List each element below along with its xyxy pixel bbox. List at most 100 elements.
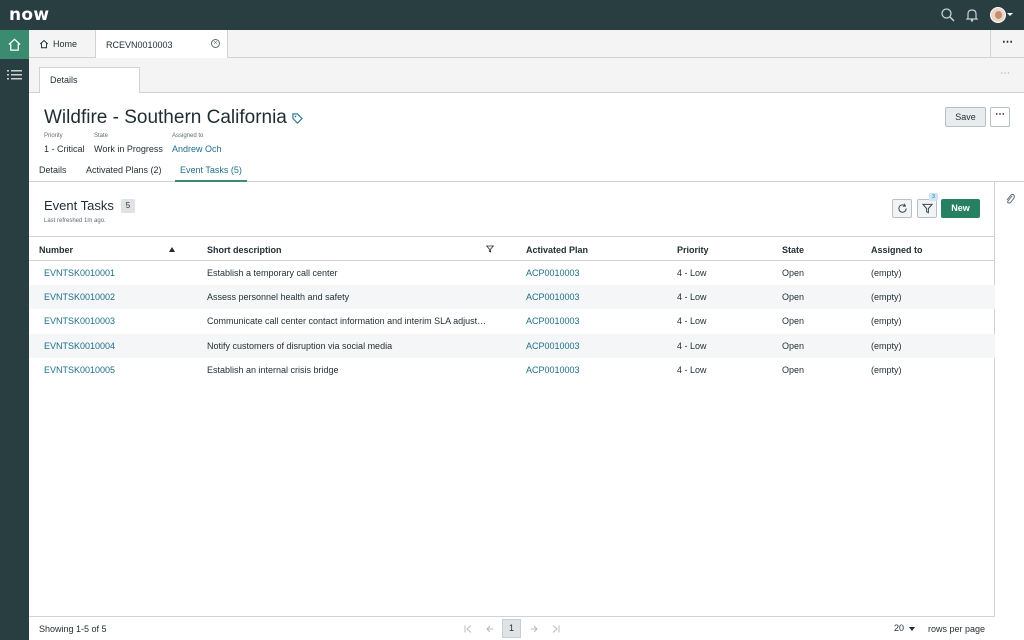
table-row[interactable]: EVNTSK0010001 Establish a temporary call… [29,261,995,285]
sort-ascending-icon[interactable] [169,247,175,252]
section-tab-details[interactable]: Details [39,67,140,93]
column-filter-icon[interactable] [486,245,494,253]
tab-bar: Home RCEVN0010003 × ⋯ [29,30,1024,59]
short-description-cell: Notify customers of disruption via socia… [207,341,393,351]
column-short-description[interactable]: Short description [207,245,282,255]
assigned-to-cell: (empty) [871,268,902,278]
activated-plan-link[interactable]: ACP0010003 [526,292,580,302]
save-button[interactable]: Save [945,107,986,127]
chevron-down-icon[interactable] [909,627,915,631]
state-label: State [94,133,109,139]
task-number-link[interactable]: EVNTSK0010004 [44,341,115,351]
assigned-to-link[interactable]: Andrew Och [172,144,222,154]
short-description-cell: Establish an internal crisis bridge [207,365,339,375]
right-sidebar [995,182,1024,640]
filter-button[interactable] [917,199,937,218]
assigned-to-cell: (empty) [871,341,902,351]
refresh-button[interactable] [892,199,912,218]
filter-icon [922,203,933,214]
last-refreshed-text: Last refreshed 1m ago. [44,218,106,224]
activated-plan-link[interactable]: ACP0010003 [526,268,580,278]
tab-event-tasks[interactable]: Event Tasks (5) [175,165,247,182]
previous-page-icon[interactable] [486,625,494,633]
avatar-face-icon [995,11,1002,19]
column-activated-plan[interactable]: Activated Plan [526,245,588,255]
record-title: Wildfire - Southern California [44,107,287,128]
priority-cell: 4 - Low [677,341,707,351]
state-cell: Open [782,316,805,326]
column-number[interactable]: Number [39,245,73,255]
filter-count-badge: 3 [929,193,938,201]
refresh-icon [898,203,907,213]
short-description-cell: Assess personnel health and safety [207,292,350,302]
short-description-cell: Communicate call center contact informat… [207,316,487,326]
column-assigned-to[interactable]: Assigned to [871,245,923,255]
column-state[interactable]: State [782,245,804,255]
home-icon [39,39,49,49]
close-tab-icon[interactable]: × [211,39,220,48]
table-header: Number Short description Activated Plan … [29,236,995,261]
form-section-tabs: Details ⋯ [29,58,1024,93]
activated-plan-link[interactable]: ACP0010003 [526,316,580,326]
last-page-icon[interactable] [552,625,560,633]
tab-details[interactable]: Details [39,165,67,182]
tag-icon[interactable] [292,113,303,124]
assigned-to-cell: (empty) [871,292,902,302]
showing-count: Showing 1-5 of 5 [39,624,107,634]
search-icon[interactable] [940,7,956,23]
state-cell: Open [782,292,805,302]
priority-value: 1 - Critical [44,144,85,154]
column-priority[interactable]: Priority [677,245,709,255]
user-avatar[interactable] [990,7,1006,23]
task-number-link[interactable]: EVNTSK0010003 [44,316,115,326]
priority-cell: 4 - Low [677,268,707,278]
tab-home-label: Home [53,39,78,49]
home-icon [8,38,21,51]
activated-plan-link[interactable]: ACP0010003 [526,341,580,351]
table-row[interactable]: EVNTSK0010002 Assess personnel health an… [29,285,995,309]
paperclip-icon[interactable] [1005,193,1015,205]
short-description-cell: Establish a temporary call center [207,268,338,278]
state-cell: Open [782,268,805,278]
count-badge: 5 [121,199,135,213]
activated-plan-link[interactable]: ACP0010003 [526,365,580,375]
priority-cell: 4 - Low [677,316,707,326]
list-icon[interactable] [7,68,22,82]
tabbar-more-button[interactable]: ⋯ [990,30,1024,58]
state-cell: Open [782,365,805,375]
next-page-icon[interactable] [530,625,538,633]
bell-icon[interactable] [964,7,980,23]
tab-record-label: RCEVN0010003 [106,39,173,50]
tab-record[interactable]: RCEVN0010003 × [96,30,228,59]
task-number-link[interactable]: EVNTSK0010001 [44,268,115,278]
priority-cell: 4 - Low [677,365,707,375]
tab-activated-plans[interactable]: Activated Plans (2) [86,165,162,182]
priority-label: Priority [44,133,63,139]
task-number-link[interactable]: EVNTSK0010002 [44,292,115,302]
section-more-button[interactable]: ⋯ [1000,68,1010,79]
top-bar: now [0,0,1024,30]
assigned-to-label: Assigned to [172,133,204,139]
related-lists-tabs: Details Activated Plans (2) Event Tasks … [29,162,1024,182]
table-row[interactable]: EVNTSK0010005 Establish an internal cris… [29,358,995,382]
current-page-button[interactable]: 1 [502,619,521,638]
assigned-to-cell: (empty) [871,365,902,375]
assigned-to-cell: (empty) [871,316,902,326]
state-cell: Open [782,341,805,351]
new-button[interactable]: New [941,199,980,218]
priority-cell: 4 - Low [677,292,707,302]
more-actions-button[interactable]: ⋯ [990,107,1010,127]
rows-per-page-select[interactable]: 20 [894,623,904,633]
now-logo[interactable]: now [9,5,49,25]
chevron-down-icon[interactable] [1007,13,1013,16]
rail-home-button[interactable] [0,30,29,59]
tab-home[interactable]: Home [29,30,96,58]
first-page-icon[interactable] [464,625,472,633]
state-value: Work in Progress [94,144,163,154]
list-title: Event Tasks [44,198,114,213]
task-number-link[interactable]: EVNTSK0010005 [44,365,115,375]
table-row[interactable]: EVNTSK0010004 Notify customers of disrup… [29,334,995,358]
left-nav-rail [0,30,29,640]
table-row[interactable]: EVNTSK0010003 Communicate call center co… [29,309,995,333]
rows-per-page-label: rows per page [928,624,986,634]
